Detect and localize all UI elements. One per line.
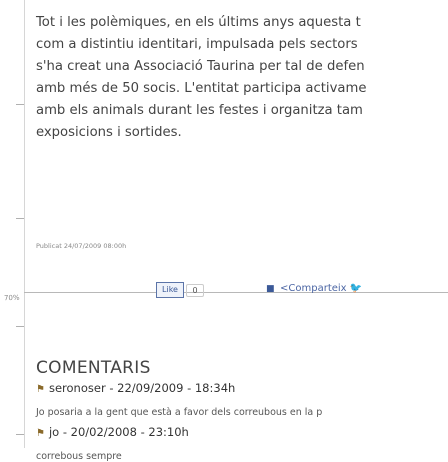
published-date: Publicat 24/07/2009 08:00h xyxy=(36,242,127,250)
article-line: amb els animals durant les festes i orga… xyxy=(36,103,363,118)
article-line: amb més de 50 socis. L'entitat participa… xyxy=(36,81,367,96)
user-icon: ⚑ xyxy=(36,428,45,439)
comment-author-date: seronoser - 22/09/2009 - 18:34h xyxy=(48,381,236,395)
user-icon: ⚑ xyxy=(36,384,45,395)
share-label: Comparteix xyxy=(288,283,347,294)
comment-item: ⚑ seronoser - 22/09/2009 - 18:34h Jo posa… xyxy=(36,381,448,418)
gutter-zoom-label: 70% xyxy=(3,293,20,303)
comment-author-date: jo - 20/02/2008 - 23:10h xyxy=(48,425,189,439)
left-gutter: 70% xyxy=(0,0,25,448)
comment-text: correbous sempre xyxy=(36,451,122,462)
article-body: Tot i les polèmiques, en els últims anys… xyxy=(36,12,448,144)
comment-text: Jo posaria a la gent que està a favor de… xyxy=(36,407,323,418)
twitter-icon[interactable]: 🐦 xyxy=(350,283,362,294)
comment-header: ⚑ jo - 20/02/2008 - 23:10h xyxy=(36,425,448,439)
comment-header: ⚑ seronoser - 22/09/2009 - 18:34h xyxy=(36,381,448,395)
article-line: com a distintiu identitari, impulsada pe… xyxy=(36,37,358,52)
gutter-tick xyxy=(16,218,24,219)
comments-title: COMENTARIS xyxy=(36,358,151,378)
share-button[interactable]: <Comparteix 🐦 xyxy=(280,283,362,294)
gutter-tick xyxy=(16,104,24,105)
gutter-tick xyxy=(16,434,24,435)
like-button[interactable]: Like xyxy=(156,282,184,298)
article-line: s'ha creat una Associació Taurina per ta… xyxy=(36,59,365,74)
gutter-tick xyxy=(16,326,24,327)
like-count: 0 xyxy=(186,284,204,297)
article-line: exposicions i sortides. xyxy=(36,125,182,140)
article-line: Tot i les polèmiques, en els últims anys… xyxy=(36,15,361,30)
share-icon: ■ xyxy=(266,284,275,294)
share-bar: Like 0 ■ <Comparteix 🐦 xyxy=(36,282,448,304)
comment-item: ⚑ jo - 20/02/2008 - 23:10h correbous semp… xyxy=(36,425,448,462)
